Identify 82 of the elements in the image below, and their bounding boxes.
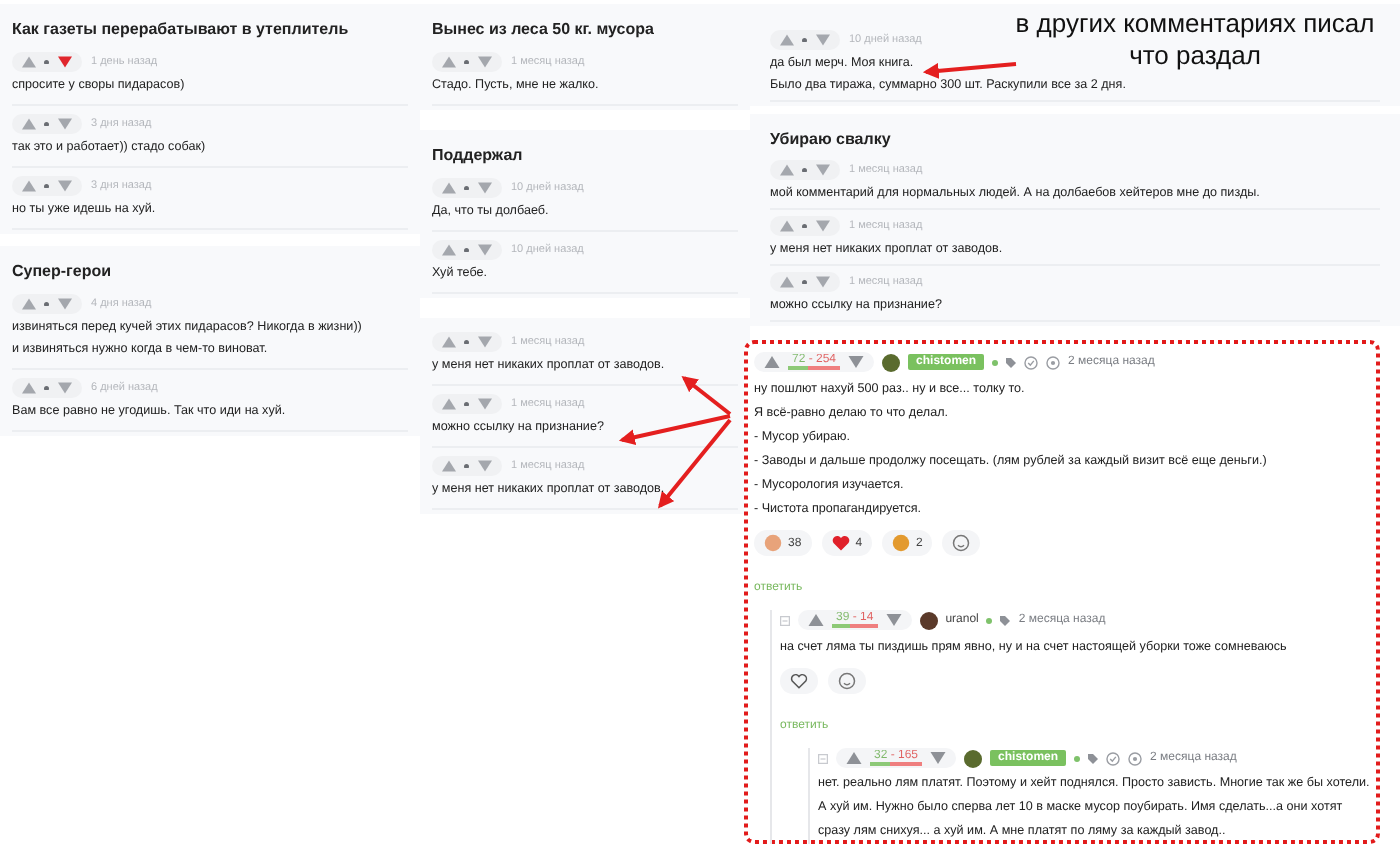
downvote-icon[interactable] — [815, 220, 829, 232]
post-title: Убираю свалку — [770, 128, 893, 152]
downvote-icon[interactable] — [885, 614, 902, 626]
dot-icon — [464, 401, 469, 407]
collapse-icon[interactable] — [818, 753, 828, 763]
dot-icon — [802, 279, 807, 285]
dot-icon — [44, 59, 49, 65]
dot-icon — [464, 339, 469, 345]
upvote-icon[interactable] — [808, 614, 824, 626]
upvote-icon[interactable] — [846, 752, 862, 764]
add-reaction-button[interactable] — [828, 668, 866, 694]
heart-icon — [790, 672, 808, 690]
arrow — [922, 62, 1017, 79]
downvote-icon[interactable] — [930, 752, 947, 764]
avatar-icon[interactable] — [964, 749, 983, 767]
upvote-icon[interactable] — [22, 118, 36, 130]
upvote-icon[interactable] — [22, 298, 36, 310]
add-reaction-button[interactable] — [942, 530, 981, 556]
upvote-icon[interactable] — [22, 180, 36, 192]
upvote-icon[interactable] — [442, 460, 456, 472]
downvote-icon[interactable] — [57, 118, 71, 130]
upvote-icon[interactable] — [780, 164, 794, 176]
upvote-icon[interactable] — [764, 356, 780, 368]
upvote-icon[interactable] — [780, 34, 794, 46]
upvote-icon[interactable] — [442, 182, 456, 194]
downvote-icon[interactable] — [815, 164, 829, 176]
dot-icon — [464, 463, 469, 469]
downvote-icon[interactable] — [57, 56, 71, 68]
upvote-icon[interactable] — [780, 276, 794, 288]
collapse-icon[interactable] — [780, 615, 790, 625]
avatar-icon[interactable] — [882, 353, 901, 371]
downvote-icon[interactable] — [477, 56, 491, 68]
downvote-icon[interactable] — [57, 180, 71, 192]
upvote-icon[interactable] — [22, 56, 36, 68]
online-dot-icon — [986, 617, 993, 623]
avatar-icon[interactable] — [919, 611, 938, 629]
downvote-icon[interactable] — [477, 460, 491, 472]
emoji-face-icon — [764, 534, 782, 552]
star-circle-icon[interactable] — [1128, 751, 1143, 765]
heart-icon — [831, 534, 850, 552]
smiley-icon — [952, 534, 971, 552]
tag-icon[interactable] — [1088, 753, 1099, 763]
online-dot-icon — [992, 359, 999, 365]
emoji-face-icon — [892, 534, 911, 552]
star-circle-icon[interactable] — [1046, 355, 1061, 369]
downvote-icon[interactable] — [815, 276, 829, 288]
annotation-text: в других комментариях писал что раздал — [1013, 8, 1377, 72]
dot-icon — [464, 59, 469, 65]
upvote-icon[interactable] — [442, 336, 456, 348]
upvote-icon[interactable] — [22, 382, 36, 394]
upvote-icon[interactable] — [442, 244, 456, 256]
dot-icon — [44, 183, 49, 189]
downvote-icon[interactable] — [477, 244, 491, 256]
post-title: Как газеты перерабатывают в утеплитель — [12, 18, 351, 42]
smiley-icon — [838, 672, 856, 690]
post-title: Супер-герои — [12, 260, 114, 284]
tag-icon[interactable] — [1006, 357, 1017, 367]
online-dot-icon — [1074, 755, 1081, 761]
dot-icon — [44, 301, 49, 307]
upvote-icon[interactable] — [442, 398, 456, 410]
dot-icon — [802, 223, 807, 229]
dot-icon — [802, 37, 807, 43]
downvote-icon[interactable] — [477, 398, 491, 410]
upvote-icon[interactable] — [780, 220, 794, 232]
downvote-icon[interactable] — [477, 182, 491, 194]
check-circle-icon[interactable] — [1106, 751, 1121, 765]
check-circle-icon[interactable] — [1024, 355, 1039, 369]
downvote-icon[interactable] — [848, 356, 865, 368]
dot-icon — [464, 185, 469, 191]
post-title: Вынес из леса 50 кг. мусора — [432, 18, 656, 42]
downvote-icon[interactable] — [815, 34, 829, 46]
dot-icon — [464, 247, 469, 253]
dot-icon — [44, 121, 49, 127]
dot-icon — [44, 385, 49, 391]
downvote-icon[interactable] — [477, 336, 491, 348]
downvote-icon[interactable] — [57, 298, 71, 310]
tag-icon[interactable] — [1000, 615, 1011, 625]
downvote-icon[interactable] — [57, 382, 71, 394]
upvote-icon[interactable] — [442, 56, 456, 68]
post-title: Поддержал — [432, 144, 525, 168]
dot-icon — [802, 167, 807, 173]
like-button[interactable] — [780, 668, 818, 694]
